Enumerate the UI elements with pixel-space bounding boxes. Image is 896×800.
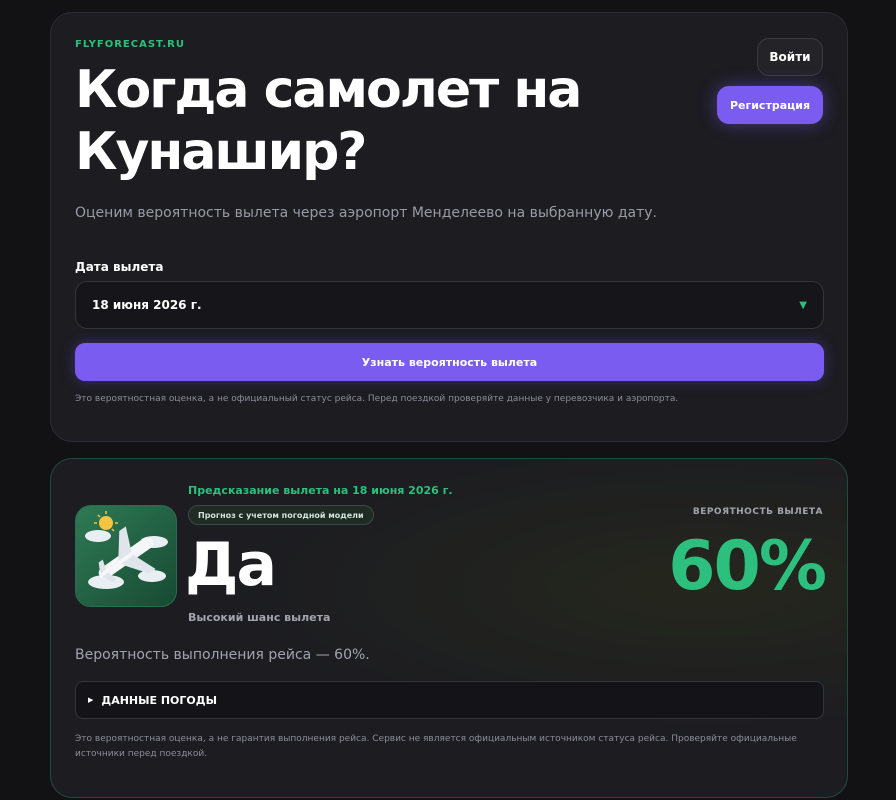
result-disclaimer: Это вероятностная оценка, а не гарантия …	[75, 734, 797, 759]
login-button[interactable]: Войти	[757, 38, 823, 76]
date-select-value: 18 июня 2026 г.	[92, 298, 202, 312]
weather-data-toggle[interactable]: ▶ ДАННЫЕ ПОГОДЫ	[75, 681, 824, 719]
chevron-down-icon: ▼	[799, 299, 807, 311]
register-button[interactable]: Регистрация	[717, 86, 823, 124]
airplane-clouds-sun-icon	[75, 505, 177, 607]
prediction-result-card: Предсказание вылета на 18 июня 2026 г. П…	[50, 458, 848, 798]
prediction-answer: Да	[185, 530, 277, 600]
triangle-right-icon: ▶	[88, 696, 94, 704]
probability-label: ВЕРОЯТНОСТЬ ВЫЛЕТА	[692, 507, 823, 517]
probability-value: 60%	[668, 527, 827, 606]
page-subtitle: Оценим вероятность вылета через аэропорт…	[75, 205, 657, 221]
prediction-title: Предсказание вылета на 18 июня 2026 г.	[188, 484, 453, 497]
date-select[interactable]: 18 июня 2026 г. ▼	[75, 281, 824, 329]
probability-summary: Вероятность выполнения рейса — 60%.	[75, 647, 370, 663]
check-probability-button[interactable]: Узнать вероятность вылета	[75, 343, 824, 381]
forecast-form-card: FLYFORECAST.RU Войти Регистрация Когда с…	[50, 12, 848, 442]
page-title: Когда самолет на Кунашир?	[75, 60, 582, 182]
weather-model-badge: Прогноз с учетом погодной модели	[188, 505, 374, 525]
prediction-answer-subtitle: Высокий шанс вылета	[188, 611, 331, 624]
weather-data-toggle-label: ДАННЫЕ ПОГОДЫ	[101, 693, 217, 707]
form-disclaimer: Это вероятностная оценка, а не официальн…	[75, 394, 679, 404]
brand-logo[interactable]: FLYFORECAST.RU	[75, 39, 185, 50]
date-field-label: Дата вылета	[75, 260, 164, 274]
